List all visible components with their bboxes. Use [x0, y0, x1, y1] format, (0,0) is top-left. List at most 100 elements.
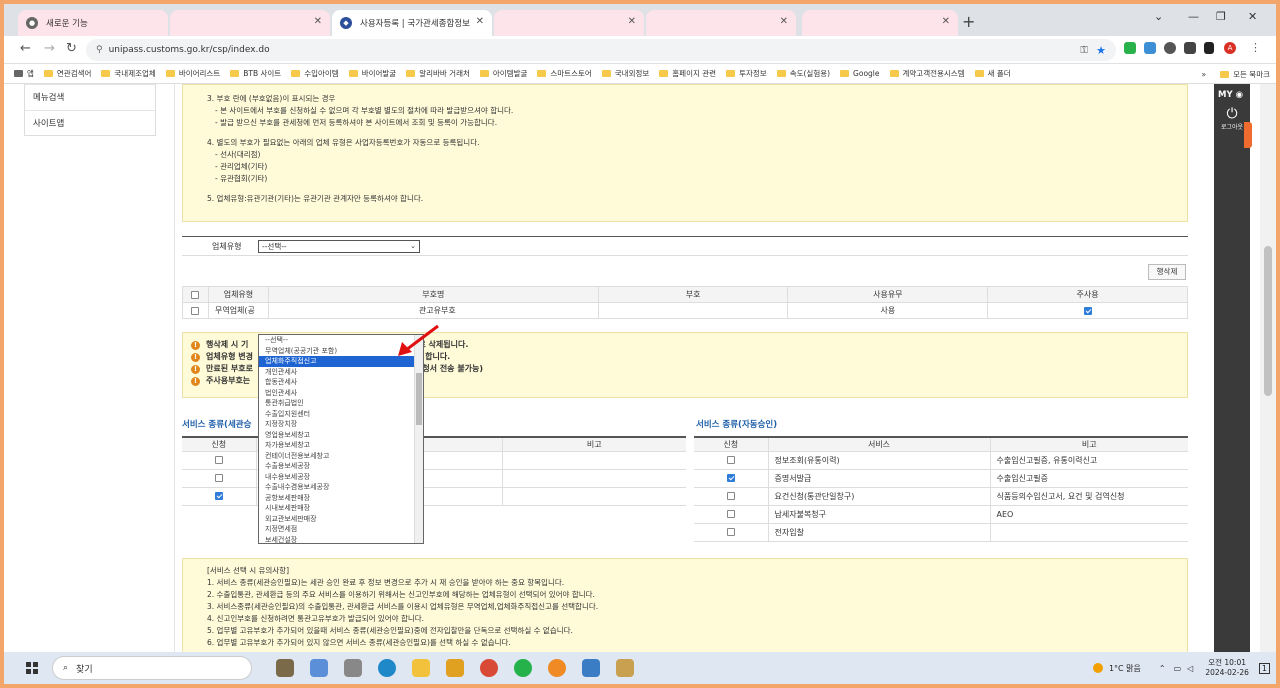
bookmark-item[interactable]: 국내외정보 [601, 68, 649, 79]
dropdown-option[interactable]: 공항보세판매장 [259, 493, 423, 504]
bookmark-item[interactable]: 수입아이템 [291, 68, 339, 79]
power-icon[interactable]: ⏻ [1214, 106, 1250, 122]
dropdown-option[interactable]: 내수용보세공장 [259, 472, 423, 483]
dropdown-option[interactable]: 영업용보세창고 [259, 430, 423, 441]
dropdown-option[interactable]: 합동관세사 [259, 377, 423, 388]
service-checkbox[interactable] [726, 456, 735, 464]
forward-button[interactable]: → [44, 41, 55, 56]
site-info-icon[interactable]: ⚲ [96, 45, 103, 55]
tray-chevron-icon[interactable]: ⌃ [1159, 664, 1166, 673]
tab-5[interactable]: ✕ [646, 10, 796, 36]
close-icon[interactable]: ✕ [314, 16, 322, 27]
bookmark-item[interactable]: 아이템발굴 [479, 68, 527, 79]
bookmark-item[interactable]: 알리바바 거래처 [406, 68, 470, 79]
bookmark-item[interactable]: 투자정보 [726, 68, 767, 79]
profile-avatar[interactable]: A [1224, 42, 1236, 54]
tab-2[interactable]: ✕ [170, 10, 330, 36]
bookmark-item[interactable]: 스마트스토어 [537, 68, 592, 79]
my-title[interactable]: MY ◉ [1218, 90, 1250, 100]
notification-icon[interactable]: 1 [1258, 662, 1270, 674]
business-type-select[interactable]: --선택-- ⌄ [258, 240, 420, 253]
dropdown-option[interactable]: 자가용보세창고 [259, 440, 423, 451]
service-checkbox[interactable] [214, 492, 223, 500]
service-checkbox[interactable] [726, 528, 735, 536]
copilot-icon[interactable] [310, 659, 328, 677]
address-bar[interactable]: ⚲ unipass.customs.go.kr/csp/index.do ⚿ ★ [86, 39, 1116, 61]
folder-icon[interactable] [412, 659, 430, 677]
bookmark-item[interactable]: 홈페이지 관련 [659, 68, 716, 79]
extension-green-icon[interactable] [1124, 42, 1136, 54]
dropdown-option[interactable]: 수출입지원센터 [259, 409, 423, 420]
dropdown-option[interactable]: 개인관세사 [259, 367, 423, 378]
service-checkbox[interactable] [214, 456, 223, 464]
clock[interactable]: 오전 10:01 2024-02-26 [1205, 658, 1249, 678]
minimize-button[interactable]: — [1188, 10, 1199, 23]
business-type-dropdown-list[interactable]: --선택-- 무역업체(공공기관 포함) 업체화주직접신고 개인관세사 합동관세사 법인관… [258, 334, 424, 544]
dropdown-option[interactable]: 법인관세사 [259, 388, 423, 399]
service-checkbox[interactable] [726, 510, 735, 518]
app-icon[interactable] [582, 659, 600, 677]
bookmark-item[interactable]: 새 폴더 [974, 68, 1011, 79]
service-checkbox[interactable] [726, 492, 735, 500]
dropdown-option[interactable]: 통관취급법인 [259, 398, 423, 409]
dropdown-option[interactable]: 지정장치장 [259, 419, 423, 430]
back-button[interactable]: ← [20, 41, 31, 56]
bookmark-star-icon[interactable]: ★ [1096, 44, 1106, 57]
scrollbar-thumb[interactable] [416, 373, 422, 425]
sidebar-item-menu-search[interactable]: 메뉴검색 [25, 84, 155, 110]
all-bookmarks[interactable]: » 모든 북마크 [1202, 64, 1270, 84]
panel-toggle-tab[interactable] [1244, 122, 1252, 148]
dropdown-option[interactable]: 보세건설장 [259, 535, 423, 544]
download-icon[interactable] [1184, 42, 1196, 54]
scrollbar-thumb[interactable] [1264, 246, 1272, 396]
taskbar-search[interactable]: ⌕ 찾기 [52, 656, 252, 680]
close-icon[interactable]: ✕ [476, 16, 484, 27]
task-view-icon[interactable] [276, 659, 294, 677]
tab-6[interactable]: ✕ [802, 10, 958, 36]
extensions-puzzle-icon[interactable] [1164, 42, 1176, 54]
edge-icon[interactable] [378, 659, 396, 677]
app-icon[interactable] [548, 659, 566, 677]
service-checkbox[interactable] [726, 474, 735, 482]
menu-kebab-icon[interactable]: ⋮ [1250, 41, 1261, 54]
bookmark-item[interactable]: 연관검색어 [43, 68, 91, 79]
service-checkbox[interactable] [214, 474, 223, 482]
dropdown-option[interactable]: 시내보세판매장 [259, 503, 423, 514]
extension-blue-icon[interactable] [1144, 42, 1156, 54]
new-tab-button[interactable]: + [962, 12, 975, 31]
tab-search-icon[interactable]: ⌄ [1154, 10, 1163, 23]
page-scrollbar[interactable] [1260, 84, 1276, 652]
sidebar-item-sitemap[interactable]: 사이트맵 [25, 110, 155, 136]
restore-button[interactable]: ❐ [1216, 10, 1226, 23]
sidepanel-icon[interactable] [1204, 42, 1214, 54]
close-icon[interactable]: ✕ [780, 16, 788, 27]
delete-row-button[interactable]: 행삭제 [1148, 264, 1186, 280]
store-icon[interactable] [446, 659, 464, 677]
reload-button[interactable]: ↻ [66, 41, 77, 56]
close-icon[interactable]: ✕ [628, 16, 636, 27]
bookmark-item[interactable]: 바이어리스트 [165, 68, 220, 79]
weather-text[interactable]: 1°C 맑음 [1109, 663, 1141, 674]
whatsapp-icon[interactable] [514, 659, 532, 677]
row-checkbox-cell[interactable] [182, 302, 209, 319]
dropdown-option[interactable]: 수출용보세공장 [259, 461, 423, 472]
bookmark-item[interactable]: Google [840, 69, 880, 78]
bookmark-item[interactable]: 국내제조업체 [101, 68, 156, 79]
bookmark-item[interactable]: 속도(실험용) [776, 68, 830, 79]
row-checkbox[interactable] [191, 306, 200, 315]
close-icon[interactable]: ✕ [942, 16, 950, 27]
header-select-all[interactable] [182, 286, 209, 303]
close-window-button[interactable]: ✕ [1248, 10, 1257, 23]
dropdown-scrollbar[interactable] [414, 335, 423, 543]
app-icon[interactable] [616, 659, 634, 677]
bookmark-item[interactable]: BTB 사이트 [230, 68, 281, 79]
windows-start-icon[interactable] [26, 662, 38, 674]
volume-icon[interactable]: ◁ [1187, 664, 1193, 673]
bookmark-item[interactable]: 바이어발굴 [348, 68, 396, 79]
main-use-checkbox[interactable] [1083, 306, 1092, 315]
chrome-icon[interactable] [480, 659, 498, 677]
file-explorer-icon[interactable] [344, 659, 362, 677]
tab-user-registration[interactable]: ◆ 사용자등록 | 국가관세종합정보 ✕ [332, 10, 492, 36]
network-icon[interactable]: ▭ [1174, 664, 1182, 673]
dropdown-option[interactable]: 외교관보세판매장 [259, 514, 423, 525]
